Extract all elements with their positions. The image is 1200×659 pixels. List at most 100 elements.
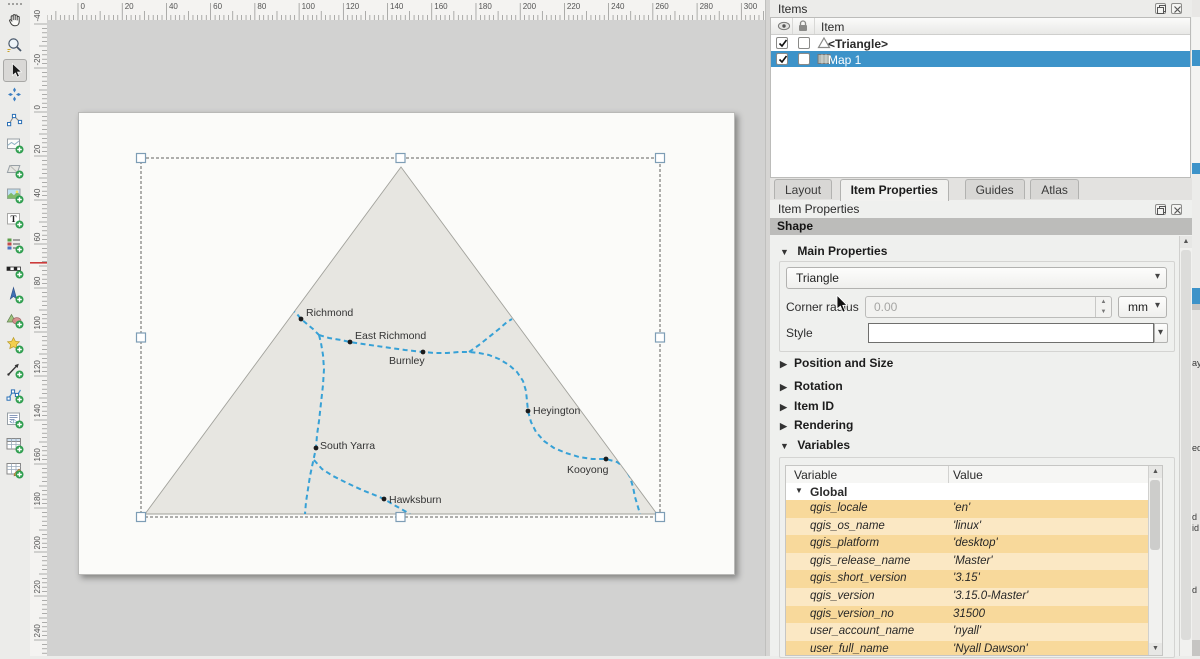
add-legend-tool-icon [6, 236, 24, 254]
add-label-tool[interactable]: T [3, 209, 27, 232]
item-properties-title: Item Properties [778, 202, 859, 216]
add-north-arrow-tool[interactable] [3, 284, 27, 307]
section-position-and-size[interactable]: ▶Position and Size [780, 356, 893, 371]
section-rendering[interactable]: ▶Rendering [780, 418, 853, 433]
pan-tool[interactable] [3, 9, 27, 32]
item-properties-close-button[interactable] [1171, 204, 1182, 215]
selection-handle[interactable] [656, 154, 665, 163]
shape-header: Shape [770, 218, 1192, 235]
add-picture-tool[interactable] [3, 184, 27, 207]
scroll-up-icon[interactable]: ▲ [1149, 466, 1162, 478]
add-map-tool[interactable] [3, 134, 27, 157]
add-attribute-table-tool-icon [6, 436, 24, 454]
selection-handle[interactable] [137, 513, 146, 522]
style-preview-button[interactable] [868, 323, 1154, 343]
unit-combobox[interactable]: mm ▾ [1118, 296, 1167, 318]
lock-checkbox[interactable] [798, 37, 810, 49]
variable-value: '3.15.0-Master' [953, 590, 1028, 602]
item-properties-scrollbar[interactable]: ▲ [1179, 236, 1192, 656]
selection-handle[interactable] [137, 333, 146, 342]
zoom-tool-icon [6, 36, 24, 54]
lock-checkbox[interactable] [798, 53, 810, 65]
selection-handle[interactable] [396, 513, 405, 522]
corner-radius-spinbox[interactable]: 0.00 ▲ ▼ [865, 296, 1112, 318]
add-html-tool[interactable]: </> [3, 409, 27, 432]
variable-value: 'desktop' [953, 537, 998, 549]
add-map-tool-icon [6, 136, 24, 154]
visibility-checkbox[interactable] [776, 53, 788, 65]
selection-handle[interactable] [656, 333, 665, 342]
section-item-id[interactable]: ▶Item ID [780, 399, 834, 414]
tab-layout[interactable]: Layout [774, 179, 832, 199]
sliver-block [1192, 50, 1200, 66]
style-dropdown-button[interactable]: ▾ [1154, 323, 1168, 343]
triangle-map-item[interactable]: RichmondEast RichmondBurnleyHeyingtonSou… [79, 113, 736, 576]
variable-row-qgis_os_name: qgis_os_name'linux' [786, 518, 1150, 536]
select-move-item-tool[interactable] [3, 59, 27, 82]
move-item-content-tool[interactable] [3, 84, 27, 107]
add-arrow-tool[interactable] [3, 359, 27, 382]
scroll-up-icon[interactable]: ▲ [1180, 236, 1192, 248]
items-close-button[interactable] [1171, 3, 1182, 14]
add-node-item-tool[interactable] [3, 384, 27, 407]
tab-item-properties[interactable]: Item Properties [840, 179, 949, 201]
items-float-button[interactable] [1155, 3, 1166, 14]
add-scalebar-tool[interactable] [3, 259, 27, 282]
selection-handle[interactable] [137, 154, 146, 163]
horizontal-ruler: 0204060801001201401601802002202402602803… [47, 0, 765, 21]
add-3d-map-tool[interactable] [3, 159, 27, 182]
sliver-block [1192, 66, 1200, 163]
variable-name: user_full_name [810, 643, 889, 655]
right-dock: Items Item <Triangle>Map 1 LayoutItem Pr… [770, 0, 1192, 656]
chevron-down-icon: ▼ [795, 486, 803, 495]
shape-type-combobox[interactable]: Triangle ▾ [786, 267, 1167, 289]
variables-scrollbar[interactable]: ▲ ▼ [1148, 466, 1162, 655]
section-label: Item ID [794, 399, 834, 413]
svg-text:-20: -20 [33, 53, 42, 65]
section-main-properties[interactable]: ▼ Main Properties [780, 244, 887, 259]
zoom-tool[interactable] [3, 34, 27, 57]
svg-text:280: 280 [700, 2, 714, 11]
chevron-down-icon: ▾ [1155, 300, 1160, 311]
mouse-cursor [836, 295, 852, 315]
select-move-item-tool-icon [7, 62, 25, 80]
scrollbar-thumb[interactable] [1181, 250, 1191, 640]
shape-header-label: Shape [777, 219, 813, 233]
station-label: South Yarra [320, 440, 375, 452]
variables-group-global[interactable]: ▼ Global [786, 483, 1150, 500]
svg-text:100: 100 [33, 316, 42, 330]
edit-nodes-tool[interactable] [3, 109, 27, 132]
selection-handle[interactable] [656, 513, 665, 522]
add-fixed-table-tool[interactable] [3, 459, 27, 482]
tab-guides[interactable]: Guides [965, 179, 1025, 199]
station-point [314, 446, 319, 451]
scrollbar-thumb[interactable] [1150, 480, 1160, 550]
scroll-down-icon[interactable]: ▼ [1149, 643, 1162, 655]
add-legend-tool[interactable] [3, 234, 27, 257]
items-row-map-1[interactable]: Map 1 [771, 51, 1190, 67]
visibility-eye-icon [777, 20, 791, 32]
spinner-buttons[interactable]: ▲ ▼ [1095, 297, 1111, 317]
toolbar-grip[interactable] [7, 2, 23, 7]
layout-page[interactable]: RichmondEast RichmondBurnleyHeyingtonSou… [78, 112, 735, 575]
sliver-block [1192, 0, 1200, 17]
add-marker-tool[interactable] [3, 334, 27, 357]
section-variables[interactable]: ▼ Variables [780, 438, 850, 453]
add-attribute-table-tool[interactable] [3, 434, 27, 457]
variable-row-qgis_version_no: qgis_version_no31500 [786, 606, 1150, 624]
sliver-text-fragment: d [1192, 585, 1200, 595]
item-properties-titlebar: Item Properties [770, 200, 1192, 217]
tab-atlas[interactable]: Atlas [1030, 179, 1079, 199]
layout-canvas[interactable]: RichmondEast RichmondBurnleyHeyingtonSou… [47, 20, 765, 656]
add-shape-tool[interactable] [3, 309, 27, 332]
station-point [604, 457, 609, 462]
visibility-checkbox[interactable] [776, 37, 788, 49]
vertical-ruler-ticks: -40-20020406080100120140160180200220240 [30, 0, 47, 656]
selection-handle[interactable] [396, 154, 405, 163]
item-properties-float-button[interactable] [1155, 204, 1166, 215]
svg-text:240: 240 [611, 2, 625, 11]
section-rotation[interactable]: ▶Rotation [780, 379, 843, 394]
items-row-triangle[interactable]: <Triangle> [771, 35, 1190, 51]
variable-name: qgis_os_name [810, 520, 885, 532]
add-html-tool-icon: </> [6, 411, 24, 429]
